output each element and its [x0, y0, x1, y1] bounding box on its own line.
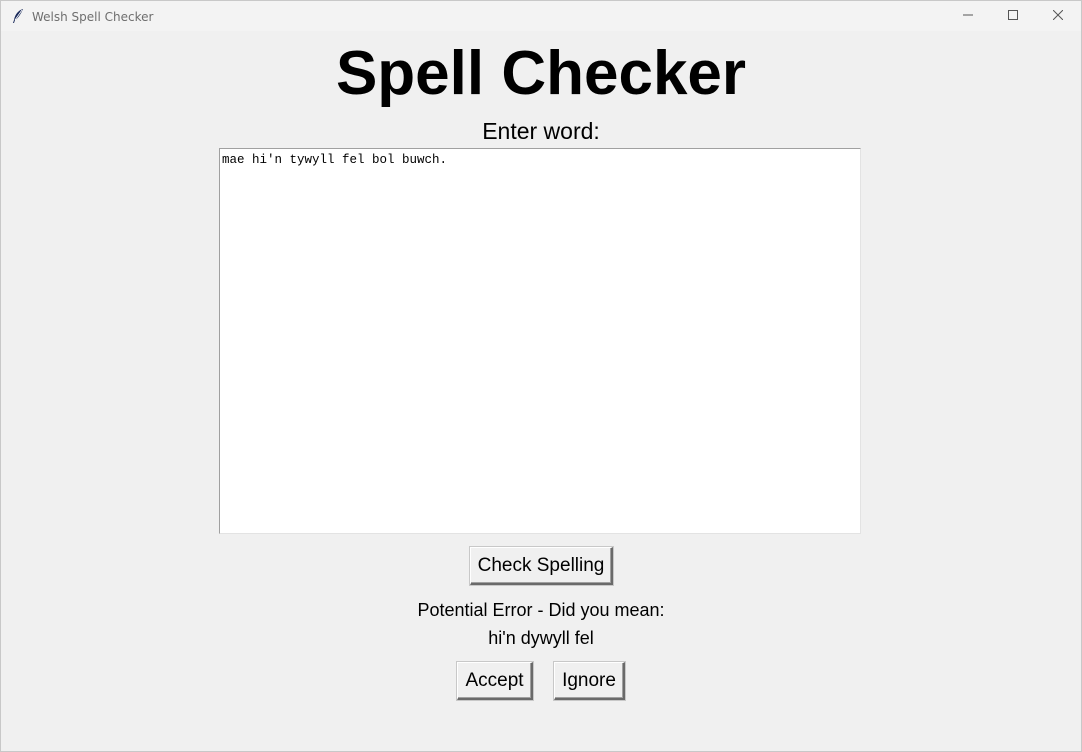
suggestion-text: hi'n dywyll fel [488, 628, 594, 648]
minimize-icon [963, 7, 973, 25]
text-input-area[interactable]: mae hi'n tywyll fel bol buwch. [219, 148, 861, 534]
maximize-button[interactable] [990, 1, 1036, 31]
accept-button[interactable]: Accept [457, 662, 533, 700]
close-button[interactable] [1035, 1, 1081, 31]
minimize-button[interactable] [945, 1, 991, 31]
ignore-button[interactable]: Ignore [554, 662, 625, 700]
title-bar[interactable]: Welsh Spell Checker [1, 1, 1081, 31]
maximize-icon [1008, 7, 1018, 25]
check-spelling-button[interactable]: Check Spelling [470, 547, 613, 585]
close-icon [1052, 7, 1064, 25]
result-message: Potential Error - Did you mean: [417, 600, 665, 620]
input-prompt-label: Enter word: [482, 118, 600, 144]
window-title: Welsh Spell Checker [32, 10, 154, 24]
app-window: Welsh Spell Checker Spell Checker Enter … [0, 0, 1082, 752]
page-title: Spell Checker [335, 39, 747, 108]
feather-icon [11, 8, 25, 24]
